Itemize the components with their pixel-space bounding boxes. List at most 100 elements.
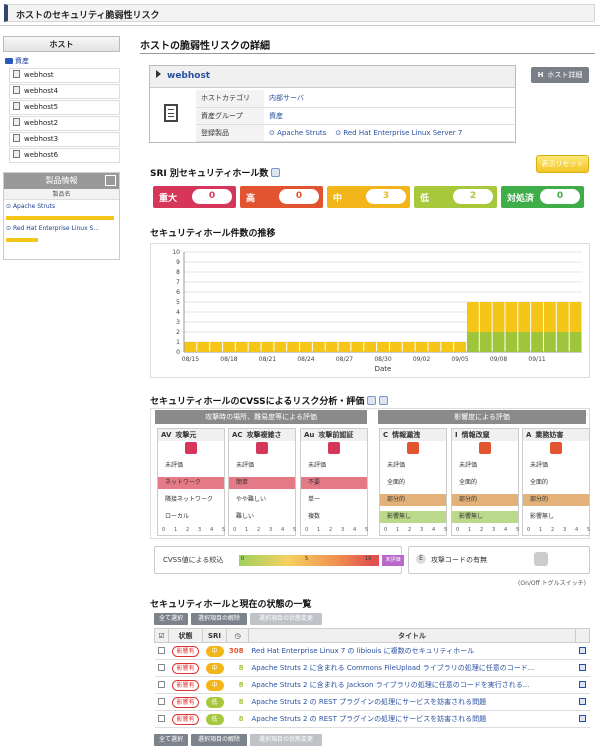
collapse-icon[interactable] xyxy=(379,396,389,405)
metric-option[interactable]: ローカル xyxy=(158,511,224,523)
table-row[interactable]: 影響有中 8 Apache Struts 2 に含まれる Commons FileU… xyxy=(154,659,590,677)
exploit-filter: E 攻撃コードの有無 xyxy=(408,546,590,574)
metric-option[interactable]: 全面的 xyxy=(452,477,518,489)
status-badge[interactable]: 影響有 xyxy=(172,662,199,674)
row-checkbox[interactable] xyxy=(158,697,165,705)
metric-scale: 0 1 2 3 4 5 xyxy=(233,527,296,534)
product-item[interactable]: ⊙ Apache Struts xyxy=(4,200,119,222)
metric-option[interactable]: ネットワーク xyxy=(158,477,224,489)
metric-option[interactable]: 未評価 xyxy=(523,460,589,472)
expand-icon[interactable] xyxy=(579,680,586,688)
exploit-toggle-icon[interactable] xyxy=(534,552,548,566)
vuln-title-link[interactable]: Apache Struts 2 に含まれる Jackson ライブラリの処理に任… xyxy=(248,676,576,694)
host-item-label: webhost3 xyxy=(24,135,59,143)
clear-selection-button-bottom[interactable]: 選択項目の解除 xyxy=(191,734,247,746)
group-value[interactable]: 資産 xyxy=(264,107,514,125)
product-item[interactable]: ⊙ Red Hat Enterprise Linux S... xyxy=(4,222,119,244)
category-value[interactable]: 内部サーバ xyxy=(264,90,514,108)
col-status: 状態 xyxy=(168,628,203,643)
table-row[interactable]: 影響有低 8 Apache Struts 2 の REST プラグインの処理にサービ… xyxy=(154,710,590,728)
row-checkbox[interactable] xyxy=(158,663,165,671)
vuln-title-link[interactable]: Apache Struts 2 に含まれる Commons FileUpload… xyxy=(248,659,576,677)
sri-badge[interactable]: 中3 xyxy=(327,186,410,208)
host-item[interactable]: webhost2 xyxy=(9,116,120,131)
table-row[interactable]: 影響有低 8 Apache Struts 2 の REST プラグインの処理にサービ… xyxy=(154,693,590,711)
metric-option[interactable]: 不要 xyxy=(301,477,367,489)
status-badge[interactable]: 影響有 xyxy=(172,713,199,725)
cvss-filter: CVSS値による絞込 0 5 10 未評価 xyxy=(154,546,404,574)
metric-option[interactable]: 難しい xyxy=(229,511,295,523)
metric-option[interactable]: 全面的 xyxy=(380,477,446,489)
exploit-label: 攻撃コードの有無 xyxy=(431,556,487,564)
host-icon xyxy=(13,86,20,94)
metric-option[interactable]: 簡単 xyxy=(229,477,295,489)
cvss-heading: セキュリティホールのCVSSによるリスク分析・評価 xyxy=(150,394,389,407)
select-all-button-bottom[interactable]: 全て選択 xyxy=(154,734,188,746)
select-all-button[interactable]: 全て選択 xyxy=(154,613,188,625)
host-item[interactable]: webhost5 xyxy=(9,100,120,115)
metric-option[interactable]: 未評価 xyxy=(452,460,518,472)
expand-icon[interactable] xyxy=(579,663,586,671)
metric-option[interactable]: 単一 xyxy=(301,494,367,506)
table-row[interactable]: 影響有中 308 Red Hat Enterprise Linux 7 の libi… xyxy=(154,642,590,660)
change-status-button[interactable]: 選択項目の状態変更 xyxy=(250,613,322,625)
metric-option[interactable]: 未評価 xyxy=(380,460,446,472)
edit-icon[interactable] xyxy=(105,175,116,186)
vuln-title-link[interactable]: Apache Struts 2 の REST プラグインの処理にサービスを妨害さ… xyxy=(248,710,576,728)
metric-option[interactable]: 影響無し xyxy=(452,511,518,523)
host-item[interactable]: webhost xyxy=(9,68,120,83)
clear-selection-button[interactable]: 選択項目の解除 xyxy=(191,613,247,625)
metric-option[interactable]: 複数 xyxy=(301,511,367,523)
row-checkbox[interactable] xyxy=(158,714,165,722)
sri-badge[interactable]: 重大 0 xyxy=(153,186,236,208)
row-checkbox[interactable] xyxy=(158,646,165,654)
metric-option[interactable]: 未評価 xyxy=(229,460,295,472)
metric-option[interactable]: 部分的 xyxy=(523,494,589,506)
host-item[interactable]: webhost6 xyxy=(9,148,120,163)
metric-option[interactable]: 隣接ネットワーク xyxy=(158,494,224,506)
metric-option[interactable]: 未評価 xyxy=(301,460,367,472)
info-icon[interactable] xyxy=(271,168,281,177)
expand-icon[interactable] xyxy=(579,697,586,705)
metric-option[interactable]: 部分的 xyxy=(380,494,446,506)
status-badge[interactable]: 影響有 xyxy=(172,645,199,657)
product-column-header: 製品名 xyxy=(4,189,119,200)
host-name-header[interactable]: webhost xyxy=(150,66,515,88)
metric-option[interactable]: やや難しい xyxy=(229,494,295,506)
change-status-button-bottom[interactable]: 選択項目の状態変更 xyxy=(250,734,322,746)
y-tick-label: 5 xyxy=(176,299,180,306)
unrated-toggle[interactable]: 未評価 xyxy=(382,555,404,566)
info-icon[interactable] xyxy=(367,396,377,405)
sri-badge[interactable]: 低2 xyxy=(414,186,497,208)
vuln-title-link[interactable]: Apache Struts 2 の REST プラグインの処理にサービスを妨害さ… xyxy=(248,693,576,711)
chart-bar xyxy=(531,332,543,352)
clock-icon: ◷ xyxy=(226,628,249,643)
table-row[interactable]: 影響有中 8 Apache Struts 2 に含まれる Jackson ライブラリ… xyxy=(154,676,590,694)
metric-option[interactable]: 影響無し xyxy=(380,511,446,523)
metric-option[interactable]: 部分的 xyxy=(452,494,518,506)
chart-bar xyxy=(466,302,479,332)
host-item[interactable]: webhost3 xyxy=(9,132,120,147)
status-badge[interactable]: 影響有 xyxy=(172,679,199,691)
expand-icon[interactable] xyxy=(579,646,586,654)
tree-folder-assets[interactable]: 資産 xyxy=(3,55,120,67)
host-detail-button[interactable]: H ホスト詳細 xyxy=(531,67,589,83)
host-item[interactable]: webhost4 xyxy=(9,84,120,99)
product-link-rhel[interactable]: ⊙ Red Hat Enterprise Linux Server 7 xyxy=(335,129,462,137)
row-checkbox[interactable] xyxy=(158,680,165,688)
sri-badge[interactable]: 高0 xyxy=(240,186,323,208)
metric-option[interactable]: 全面的 xyxy=(523,477,589,489)
select-all-checkbox[interactable]: ☑ xyxy=(154,628,169,643)
chart-bar xyxy=(492,302,505,332)
metric-option[interactable]: 影響無し xyxy=(523,511,589,523)
divider xyxy=(140,53,595,54)
expand-icon[interactable] xyxy=(579,714,586,722)
cvss-range-slider[interactable] xyxy=(239,555,379,566)
chart-bar xyxy=(518,302,531,332)
status-badge[interactable]: 影響有 xyxy=(172,696,199,708)
reset-view-button[interactable]: 表示リセット xyxy=(536,155,589,173)
vuln-title-link[interactable]: Red Hat Enterprise Linux 7 の libiouis に複… xyxy=(248,642,576,660)
product-link-apache[interactable]: ⊙ Apache Struts xyxy=(269,129,326,137)
metric-option[interactable]: 未評価 xyxy=(158,460,224,472)
sri-badge[interactable]: 対処済 0 xyxy=(501,186,584,208)
